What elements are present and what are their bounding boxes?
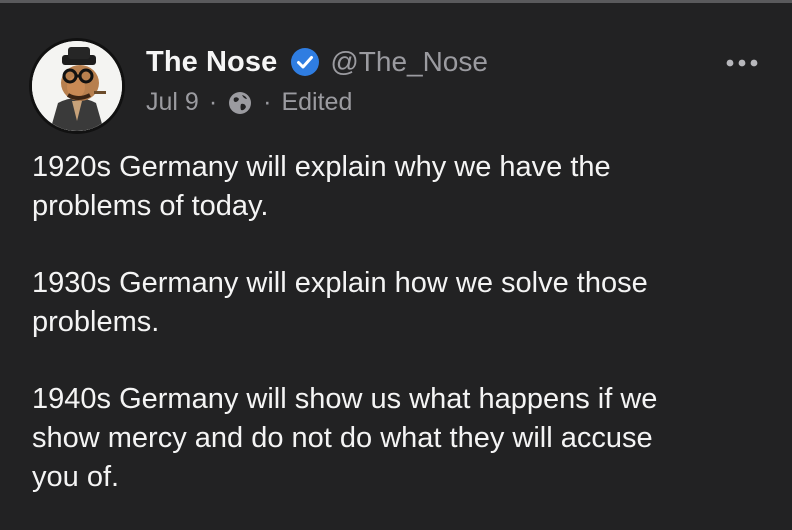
post-header: The Nose @The_Nose Jul 9 · · Edited [146, 44, 488, 117]
post-date[interactable]: Jul 9 [146, 88, 199, 117]
author-handle[interactable]: @The_Nose [330, 46, 488, 78]
post-paragraph-2: 1930s Germany will explain how we solve … [32, 267, 648, 338]
reaction-icon [40, 522, 52, 530]
meta-separator: · [263, 88, 272, 116]
edited-label[interactable]: Edited [281, 88, 352, 117]
author-name[interactable]: The Nose [146, 46, 277, 79]
post-paragraph-3: 1940s Germany will show us what happens … [32, 383, 658, 493]
more-options-icon[interactable] [724, 56, 760, 70]
avatar[interactable] [29, 38, 125, 134]
globe-icon [227, 90, 253, 116]
top-divider [0, 0, 792, 3]
post-body: 1920s Germany will explain why we have t… [32, 148, 752, 530]
post-paragraph-1: 1920s Germany will explain why we have t… [32, 151, 611, 222]
post-meta: Jul 9 · · Edited [146, 88, 488, 117]
verified-badge-icon [290, 47, 320, 77]
post-card: The Nose @The_Nose Jul 9 · · Edited 1920… [0, 0, 792, 530]
avatar-image [32, 41, 122, 131]
meta-separator: · [208, 88, 218, 116]
author-row: The Nose @The_Nose [146, 44, 488, 80]
